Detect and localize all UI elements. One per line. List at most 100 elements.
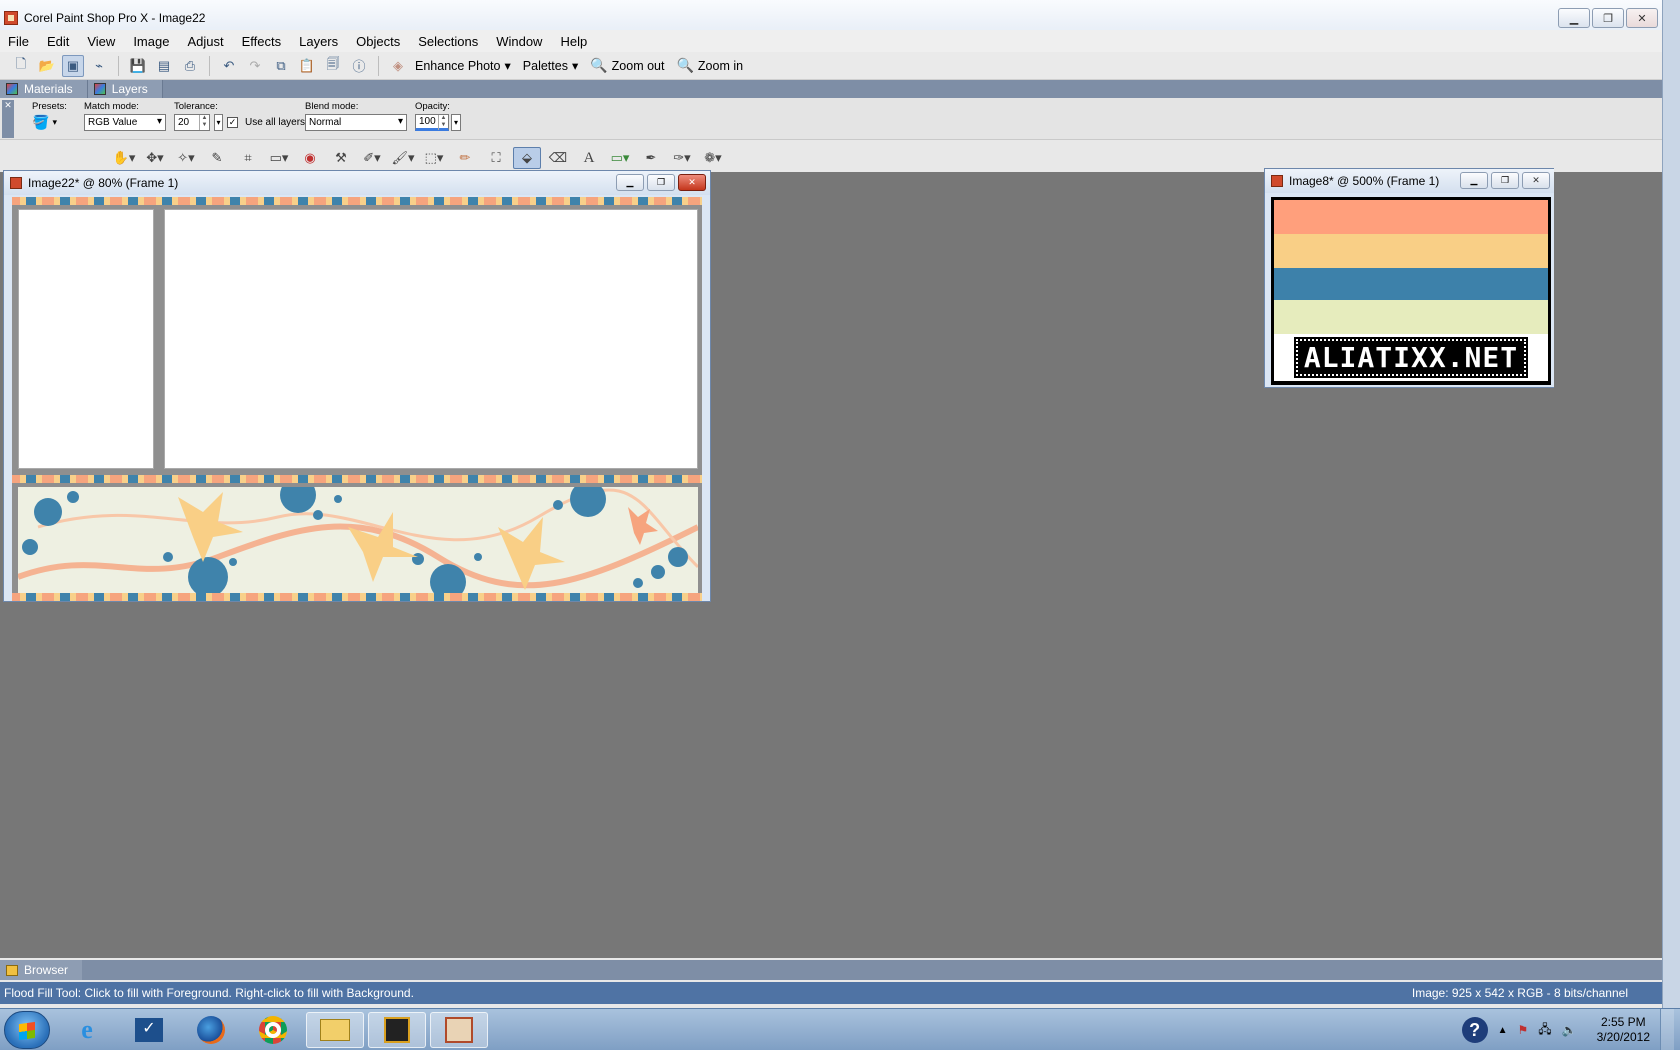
tab-browser-label: Browser — [24, 963, 69, 977]
menu-window[interactable]: Window — [496, 34, 542, 49]
canvas[interactable]: ALIATIXX.NET — [1271, 197, 1551, 385]
tab-browser[interactable]: Browser — [0, 960, 83, 980]
crop-icon[interactable]: ⌗ — [234, 147, 262, 169]
menu-file[interactable]: File — [8, 34, 29, 49]
smudge-icon[interactable]: ✏ — [451, 147, 479, 169]
enhance-photo-button[interactable]: Enhance Photo ▾ — [415, 58, 511, 74]
new-file-icon[interactable]: 🗋 — [10, 55, 32, 77]
network-icon[interactable]: 🖧 — [1538, 1020, 1551, 1041]
paint-shop-pro-icon[interactable] — [430, 1012, 488, 1048]
doc-maximize-button[interactable]: ❐ — [1491, 172, 1519, 189]
menu-view[interactable]: View — [87, 34, 115, 49]
menu-effects[interactable]: Effects — [242, 34, 282, 49]
show-hidden-icons-icon[interactable]: ▲ — [1498, 1025, 1508, 1036]
video-app-icon[interactable] — [368, 1012, 426, 1048]
start-button[interactable] — [4, 1011, 50, 1049]
presets-dropdown[interactable]: 🪣 ▾ — [32, 114, 67, 131]
zoom-in-button[interactable]: 🔍 Zoom in — [676, 57, 743, 74]
zoom-out-button[interactable]: 🔍 Zoom out — [590, 57, 664, 74]
clone-brush-icon[interactable]: ✐▾ — [358, 147, 386, 169]
doc-close-button[interactable]: ✕ — [1522, 172, 1550, 189]
menu-layers[interactable]: Layers — [299, 34, 338, 49]
save-icon[interactable]: 💾 — [127, 55, 149, 77]
copy-icon[interactable]: ⧉ — [270, 55, 292, 77]
picture-tube-icon[interactable]: ❁▾ — [699, 147, 727, 169]
task-app-icon[interactable]: ✓ — [120, 1012, 178, 1048]
menu-objects[interactable]: Objects — [356, 34, 400, 49]
firefox-icon[interactable] — [182, 1012, 240, 1048]
palette-close-handle[interactable]: ✕ — [2, 100, 14, 138]
menu-image[interactable]: Image — [133, 34, 169, 49]
scanner-icon[interactable]: ⌁ — [88, 55, 110, 77]
opacity-input[interactable]: 100 ▲ ▼ — [415, 114, 449, 131]
use-all-layers-checkbox[interactable]: ✓ — [227, 117, 238, 128]
photo-frame-main — [164, 209, 698, 469]
tab-layers[interactable]: Layers — [87, 80, 163, 98]
palettes-button[interactable]: Palettes ▾ — [523, 58, 578, 74]
show-desktop-button[interactable] — [1660, 1009, 1674, 1050]
pan-tool-icon[interactable]: ✋▾ — [110, 147, 138, 169]
red-eye-icon[interactable]: ◉ — [296, 147, 324, 169]
save-as-icon[interactable]: ▤ — [153, 55, 175, 77]
canvas[interactable] — [12, 197, 702, 601]
menu-selections[interactable]: Selections — [418, 34, 478, 49]
warp-brush-icon[interactable]: ✑▾ — [668, 147, 696, 169]
blend-mode-label: Blend mode: — [305, 101, 359, 112]
eraser-tool-icon[interactable]: ⌫ — [544, 147, 572, 169]
file-explorer-icon[interactable] — [306, 1012, 364, 1048]
logo-area: ALIATIXX.NET — [1274, 334, 1548, 381]
restore-button[interactable]: ❐ — [1592, 8, 1624, 28]
move-tool-icon[interactable]: ✥▾ — [141, 147, 169, 169]
tolerance-dropdown[interactable]: ▾ — [214, 114, 223, 131]
tolerance-input[interactable]: 20 ▲ ▼ — [174, 114, 210, 131]
presets-label: Presets: — [32, 101, 67, 112]
browse-icon[interactable]: ▣ — [62, 54, 84, 77]
doc-minimize-button[interactable]: ▁ — [1460, 172, 1488, 189]
retouch-icon[interactable]: ⛶ — [482, 147, 510, 169]
doc-minimize-button[interactable]: ▁ — [616, 174, 644, 191]
toolbar-separator — [118, 55, 119, 76]
magic-wand-icon[interactable]: ✧▾ — [172, 147, 200, 169]
paste-layer-icon[interactable]: 🗐 — [322, 55, 344, 77]
bucket-icon: 🪣 — [32, 114, 50, 130]
action-center-icon[interactable]: ⚑ — [1518, 1023, 1529, 1037]
chrome-icon[interactable] — [244, 1012, 302, 1048]
shape-tool-icon[interactable]: ▭▾ — [606, 147, 634, 169]
pen-tool-icon[interactable]: ✒ — [637, 147, 665, 169]
document-window-image8[interactable]: Image8* @ 500% (Frame 1) ▁ ❐ ✕ ALIATIXX.… — [1264, 168, 1554, 388]
open-folder-icon[interactable]: 📂 — [36, 55, 58, 77]
dropper-icon[interactable]: ✎ — [203, 147, 231, 169]
close-button[interactable]: ✕ — [1626, 8, 1658, 28]
eraser-icon[interactable]: ◈ — [387, 55, 409, 77]
selection-icon[interactable]: ▭▾ — [265, 147, 293, 169]
paste-icon[interactable]: 📋 — [296, 55, 318, 77]
clock[interactable]: 2:55 PM 3/20/2012 — [1597, 1015, 1650, 1045]
tab-materials[interactable]: Materials — [0, 80, 88, 98]
doc-maximize-button[interactable]: ❐ — [647, 174, 675, 191]
flood-fill-icon[interactable]: ⬙ — [513, 147, 541, 169]
document-window-image22[interactable]: Image22* @ 80% (Frame 1) ▁ ❐ ✕ — [3, 170, 711, 602]
doc-close-button[interactable]: ✕ — [678, 174, 706, 191]
lighten-icon[interactable]: ⬚▾ — [420, 147, 448, 169]
opacity-dropdown[interactable]: ▾ — [451, 114, 461, 131]
menu-help[interactable]: Help — [560, 34, 587, 49]
opacity-spinner[interactable]: ▲ ▼ — [438, 115, 448, 130]
undo-icon[interactable]: ↶ — [218, 55, 240, 77]
makeover-icon[interactable]: ⚒ — [327, 147, 355, 169]
help-icon[interactable]: ? — [1461, 1017, 1488, 1043]
volume-icon[interactable]: 🔈 — [1562, 1023, 1577, 1037]
print-icon[interactable]: ⎙ — [179, 55, 201, 77]
menu-edit[interactable]: Edit — [47, 34, 69, 49]
tools-toolbar: ✋▾ ✥▾ ✧▾ ✎ ⌗ ▭▾ ◉ ⚒ ✐▾ 🖌▾ ⬚▾ ✏ ⛶ ⬙ ⌫ A ▭… — [110, 146, 727, 170]
match-mode-select[interactable]: RGB Value — [84, 114, 166, 131]
text-tool-icon[interactable]: A — [575, 147, 603, 169]
tolerance-spinner[interactable]: ▲ ▼ — [199, 115, 209, 130]
blend-mode-select[interactable]: Normal — [305, 114, 407, 131]
minimize-button[interactable]: ▁ — [1558, 8, 1590, 28]
paint-brush-icon[interactable]: 🖌▾ — [389, 147, 417, 169]
internet-explorer-icon[interactable]: e — [58, 1012, 116, 1048]
color-bar-yellow — [1274, 234, 1548, 268]
redo-icon[interactable]: ↷ — [244, 55, 266, 77]
info-icon[interactable]: ⓘ — [348, 55, 370, 77]
menu-adjust[interactable]: Adjust — [187, 34, 223, 49]
